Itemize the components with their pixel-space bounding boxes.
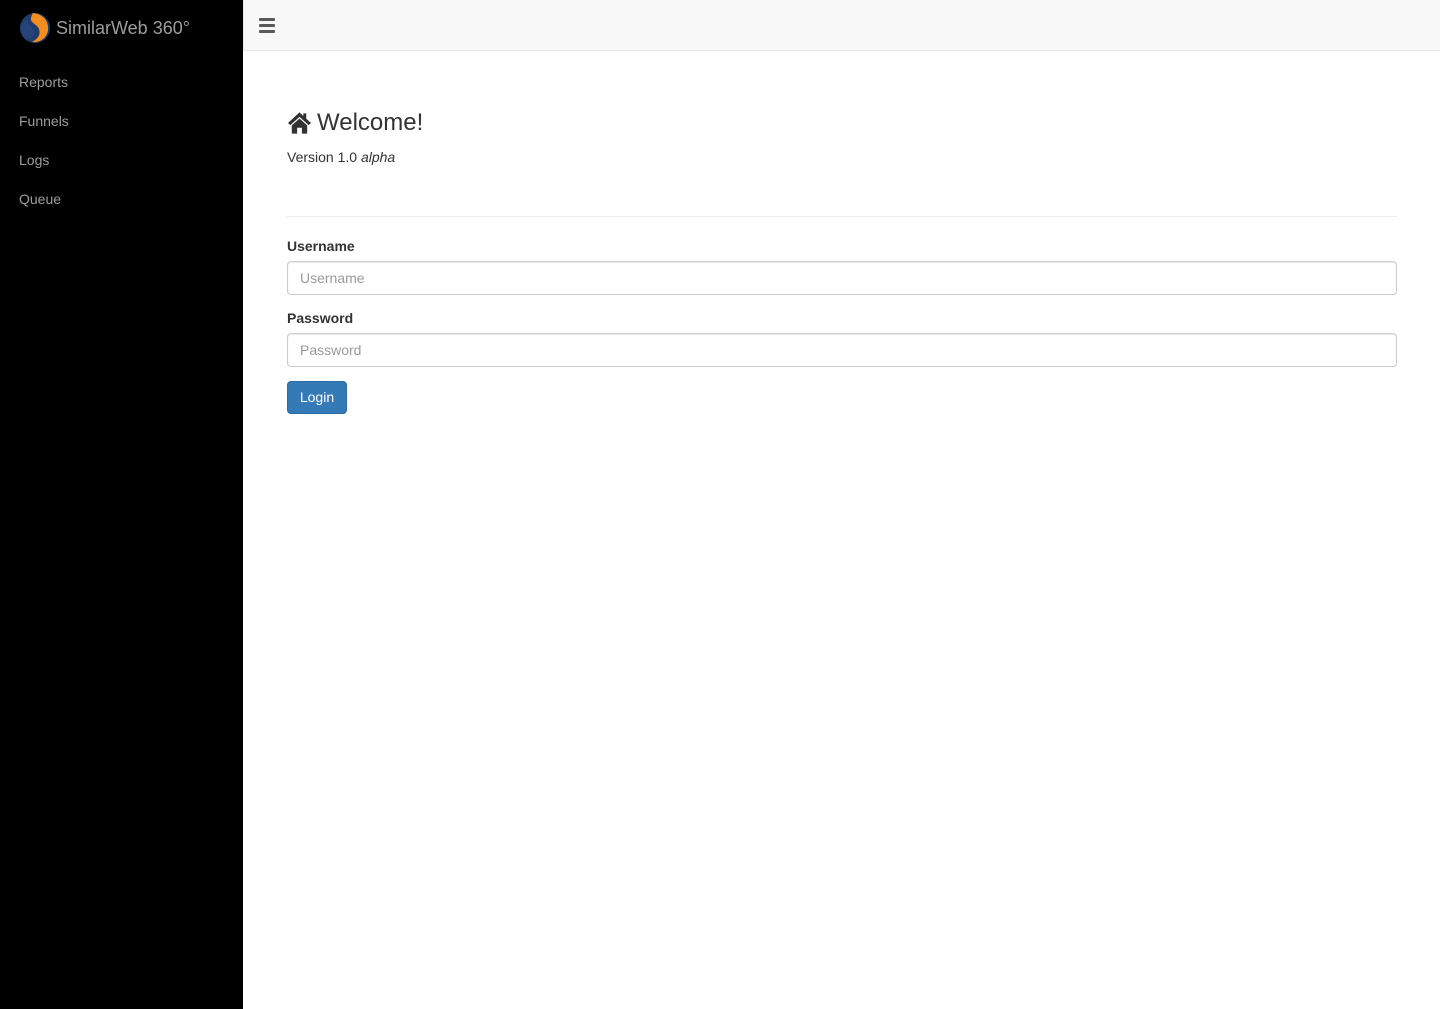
brand-name: SimilarWeb 360°: [56, 18, 190, 38]
sidebar-link-funnels[interactable]: Funnels: [0, 102, 243, 141]
version-number: Version 1.0: [287, 149, 358, 165]
login-button[interactable]: Login: [287, 381, 347, 414]
password-input[interactable]: [287, 333, 1397, 367]
sidebar-link-logs[interactable]: Logs: [0, 141, 243, 180]
brand-link[interactable]: SimilarWeb 360°: [19, 12, 190, 44]
page-title: Welcome!: [287, 108, 423, 138]
menu-bar: [259, 24, 275, 27]
home-icon: [287, 112, 312, 134]
similarweb-logo-icon: [20, 13, 50, 43]
username-label: Username: [287, 238, 355, 254]
sidebar-link-queue[interactable]: Queue: [0, 180, 243, 219]
topbar: [243, 0, 1440, 51]
version-text: Version 1.0 alpha: [287, 149, 395, 165]
menu-bar: [259, 18, 275, 21]
username-input[interactable]: [287, 261, 1397, 295]
hamburger-menu-icon[interactable]: [259, 17, 275, 33]
divider: [287, 216, 1397, 217]
version-tag: alpha: [360, 149, 396, 165]
sidebar-item-logs: Logs: [0, 141, 243, 180]
sidebar: SimilarWeb 360° Reports Funnels Logs Que…: [0, 0, 243, 1009]
sidebar-item-reports: Reports: [0, 63, 243, 102]
page-title-text: Welcome!: [317, 109, 424, 136]
menu-bar: [259, 30, 275, 33]
sidebar-item-queue: Queue: [0, 180, 243, 219]
sidebar-link-reports[interactable]: Reports: [0, 63, 243, 102]
password-label: Password: [287, 310, 354, 326]
app-root: SimilarWeb 360° Reports Funnels Logs Que…: [0, 0, 1440, 1009]
sidebar-nav: Reports Funnels Logs Queue: [0, 63, 243, 219]
sidebar-item-funnels: Funnels: [0, 102, 243, 141]
